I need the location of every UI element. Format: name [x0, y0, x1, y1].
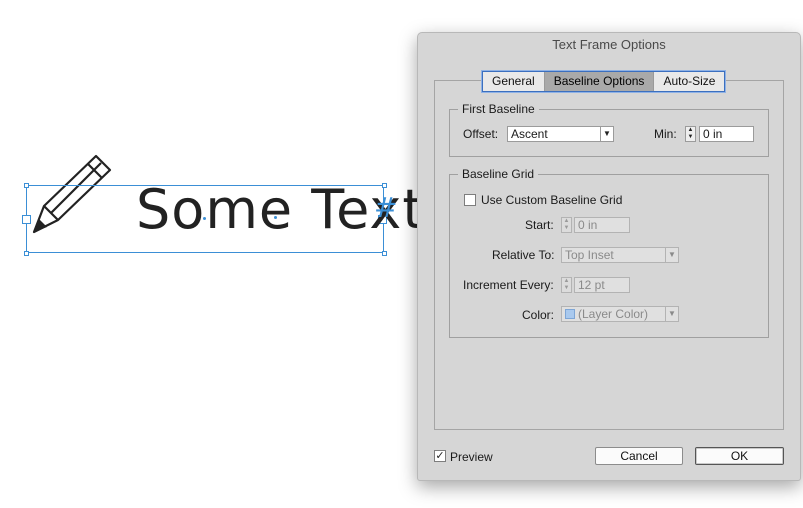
increment-stepper[interactable]: ▲ ▼ — [561, 277, 572, 293]
baseline-grid-group: Baseline Grid Use Custom Baseline Grid S… — [449, 166, 769, 338]
offset-select[interactable]: Ascent ▼ — [507, 126, 614, 142]
use-custom-grid-checkbox[interactable] — [464, 194, 476, 206]
tab-baseline-options[interactable]: Baseline Options — [544, 72, 655, 91]
ok-button[interactable]: OK — [695, 447, 784, 465]
relative-to-label: Relative To: — [492, 248, 555, 262]
frame-handle-bottom-right[interactable] — [382, 251, 387, 256]
in-port-handle[interactable] — [22, 215, 31, 224]
space-marker — [274, 216, 277, 219]
text-frame-options-dialog: Text Frame Options First Baseline Offset… — [417, 32, 801, 481]
start-label: Start: — [525, 218, 554, 232]
increment-field[interactable]: 12 pt — [574, 277, 630, 293]
min-label: Min: — [654, 127, 677, 141]
frame-handle-top-left[interactable] — [24, 183, 29, 188]
chevron-down-icon: ▼ — [600, 127, 613, 141]
frame-handle-bottom-left[interactable] — [24, 251, 29, 256]
chevron-down-icon: ▼ — [665, 307, 678, 321]
min-field[interactable]: 0 in — [699, 126, 754, 142]
color-select[interactable]: (Layer Color) ▼ — [561, 306, 679, 322]
relative-to-value: Top Inset — [565, 248, 614, 262]
color-label: Color: — [522, 308, 555, 322]
offset-label: Offset: — [463, 127, 499, 141]
tab-panel: First Baseline Offset: Ascent ▼ Min: ▲ ▼ … — [434, 80, 784, 430]
first-baseline-legend: First Baseline — [458, 101, 539, 117]
color-value: (Layer Color) — [578, 307, 649, 321]
preview-label[interactable]: Preview — [450, 449, 493, 465]
dialog-title: Text Frame Options — [552, 37, 666, 52]
center-marker — [203, 217, 206, 220]
color-swatch — [565, 309, 575, 319]
offset-value: Ascent — [511, 127, 548, 141]
preview-checkbox[interactable]: ✓ — [434, 450, 446, 462]
tab-general[interactable]: General — [483, 72, 545, 91]
tab-auto-size[interactable]: Auto-Size — [654, 72, 724, 91]
tab-bar: General Baseline Options Auto-Size — [482, 71, 726, 92]
cancel-button[interactable]: Cancel — [595, 447, 683, 465]
start-field[interactable]: 0 in — [574, 217, 630, 233]
overflow-marker: # — [374, 191, 398, 224]
start-stepper[interactable]: ▲ ▼ — [561, 217, 572, 233]
baseline-grid-legend: Baseline Grid — [458, 166, 539, 182]
use-custom-grid-label[interactable]: Use Custom Baseline Grid — [481, 192, 622, 208]
min-stepper[interactable]: ▲ ▼ — [685, 126, 696, 142]
relative-to-select[interactable]: Top Inset ▼ — [561, 247, 679, 263]
first-baseline-group: First Baseline Offset: Ascent ▼ Min: ▲ ▼ … — [449, 101, 769, 157]
chevron-down-icon: ▼ — [665, 248, 678, 262]
increment-every-label: Increment Every: — [463, 278, 554, 292]
